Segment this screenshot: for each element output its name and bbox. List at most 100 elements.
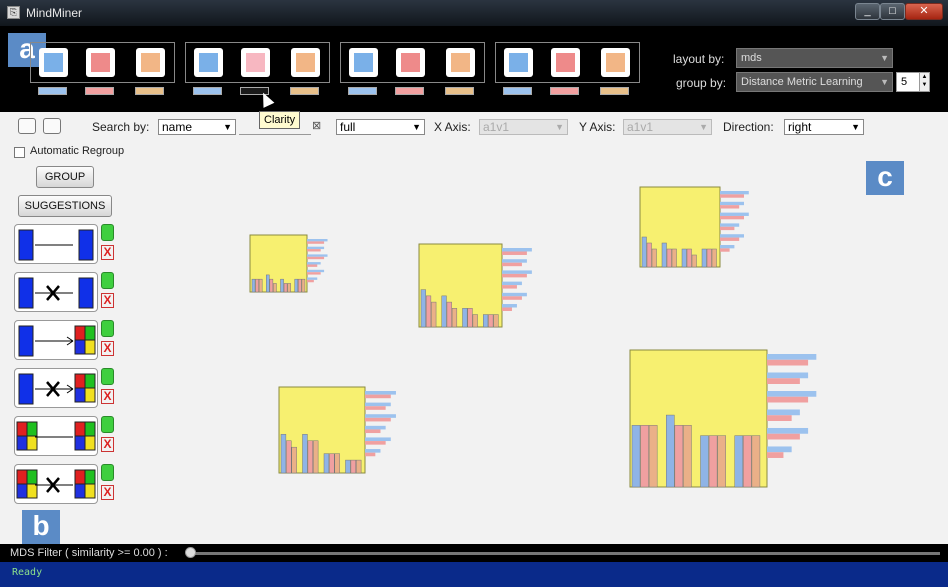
group-tile[interactable] [504,48,533,77]
accept-suggestion-button[interactable] [101,464,114,481]
search-field-select[interactable]: name ▼ [158,119,236,135]
group-attribute-bar[interactable] [193,87,222,95]
reject-suggestion-button[interactable]: X [101,437,114,452]
spinner-arrows-icon[interactable]: ▲ ▼ [919,73,929,91]
app-icon: ⎘ [7,6,20,19]
cluster-canvas[interactable] [130,142,948,544]
suggestion-must-link-groups[interactable] [14,416,98,456]
clear-search-icon[interactable]: ⊠ [312,119,321,132]
group-box[interactable] [185,42,330,83]
reject-suggestion-button[interactable]: X [101,245,114,260]
panel-label-c: c [866,161,904,195]
accept-suggestion-button[interactable] [101,368,114,385]
filter-select[interactable]: full ▼ [336,119,425,135]
group-attribute-bar[interactable] [290,87,319,95]
group-box[interactable] [495,42,640,83]
cluster-side-bar [307,241,325,244]
chevron-down-icon: ▼ [223,122,232,132]
cluster-bar [425,295,432,328]
suggestion-cannot-link-group[interactable] [14,368,98,408]
cluster-glyph[interactable] [278,386,396,474]
group-tile[interactable] [551,48,580,77]
cluster-bar [646,242,652,268]
cluster-side-bar [767,452,784,458]
group-tile[interactable] [86,48,115,77]
automatic-regroup-checkbox[interactable] [14,147,25,158]
cluster-side-bar [307,269,325,273]
suggestion-must-link-group[interactable] [14,320,98,360]
accept-suggestion-button[interactable] [101,416,114,433]
cluster-glyph[interactable] [249,234,328,293]
group-tile[interactable] [39,48,68,77]
automatic-regroup-label: Automatic Regroup [30,145,125,157]
layout-by-select[interactable]: mds ▼ [736,48,893,68]
x-axis-select[interactable]: a1v1 ▼ [479,119,568,135]
chevron-down-icon: ▼ [699,122,708,132]
direction-select[interactable]: right ▼ [784,119,864,135]
suggestion-must-link[interactable] [14,224,98,264]
cluster-side-bar [767,354,817,360]
group-tile[interactable] [446,48,475,77]
cluster-side-bar [720,245,735,249]
group-by-select[interactable]: Distance Metric Learning ▼ [736,72,893,92]
group-tile[interactable] [601,48,630,77]
chevron-down-icon: ▼ [412,122,421,132]
group-attribute-bar[interactable] [135,87,164,95]
minimize-button[interactable]: _ [855,3,880,20]
group-overview-panel: a layout by: mds ▼ group by: Distance Me… [0,26,948,112]
cluster-side-bar [767,446,792,453]
cluster-glyph[interactable] [629,349,817,488]
cluster-side-bar [720,205,740,209]
group-tile[interactable] [194,48,223,77]
reject-suggestion-button[interactable]: X [101,485,114,500]
group-attribute-bar[interactable] [503,87,532,95]
cluster-glyph[interactable] [639,186,749,268]
group-box[interactable] [30,42,175,83]
cluster-bar [307,440,313,474]
suggestions-button[interactable]: SUGGESTIONS [18,195,112,217]
suggestion-cannot-link-groups[interactable] [14,464,98,504]
tile-swatch [606,53,625,72]
group-box[interactable] [340,42,485,83]
cluster-bar [706,248,712,268]
group-tile[interactable] [136,48,165,77]
group-attribute-bar[interactable] [550,87,579,95]
y-axis-label: Y Axis: [579,120,616,134]
toolbar-checkbox-2[interactable] [43,118,61,134]
y-axis-select[interactable]: a1v1 ▼ [623,119,712,135]
cluster-bar [286,440,292,474]
cluster-bar [294,278,299,293]
cluster-bar [701,248,707,268]
close-button[interactable]: ✕ [905,3,943,20]
reject-suggestion-button[interactable]: X [101,341,114,356]
cluster-side-bar [307,239,328,242]
mds-filter-slider-track[interactable] [188,552,940,555]
group-attribute-bar[interactable] [445,87,474,95]
group-tile[interactable] [241,48,270,77]
group-attribute-bar[interactable] [85,87,114,95]
accept-suggestion-button[interactable] [101,320,114,337]
group-tile[interactable] [396,48,425,77]
group-attribute-bar[interactable] [348,87,377,95]
maximize-button[interactable]: □ [880,3,905,20]
cluster-glyph[interactable] [418,243,532,328]
group-attribute-bar[interactable] [600,87,629,95]
accept-suggestion-button[interactable] [101,224,114,241]
group-attribute-bar[interactable] [38,87,67,95]
accept-suggestion-button[interactable] [101,272,114,289]
suggestion-cannot-link[interactable] [14,272,98,312]
cluster-side-bar [502,262,522,267]
reject-suggestion-button[interactable]: X [101,389,114,404]
group-button[interactable]: GROUP [36,166,94,188]
group-tile[interactable] [291,48,320,77]
toolbar-checkbox-1[interactable] [18,118,36,134]
mds-filter-slider-thumb[interactable] [185,547,196,558]
group-attribute-bar[interactable] [395,87,424,95]
group-tile[interactable] [349,48,378,77]
group-count-spinner[interactable]: 5 ▲ ▼ [896,72,930,92]
reject-suggestion-button[interactable]: X [101,293,114,308]
cluster-bar [301,278,306,293]
cluster-side-bar [502,259,527,263]
cluster-side-bar [502,304,517,308]
cluster-side-bar [365,406,386,410]
